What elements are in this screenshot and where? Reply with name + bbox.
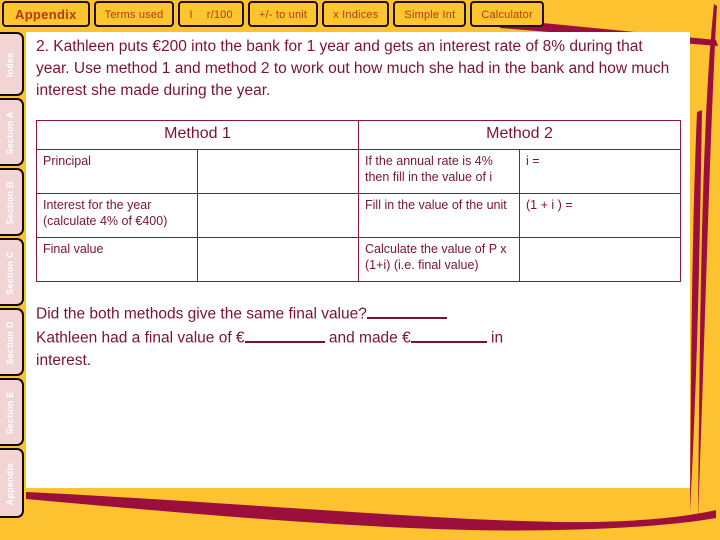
closing-line1-text: Did the both methods give the same final… <box>36 305 367 323</box>
table-row: Principal If the annual rate is 4% then … <box>36 149 681 194</box>
tab-calculator[interactable]: Calculator <box>470 1 544 27</box>
sidebar-item-label: Section A <box>5 111 15 155</box>
cell-m1-label: Interest for the year (calculate 4% of €… <box>36 193 198 238</box>
tab-r100-label: r/100 <box>206 9 233 21</box>
tab-simple-int[interactable]: Simple Int <box>393 1 467 27</box>
cell-m1-label: Final value <box>36 237 198 282</box>
sidebar-item-label: Section C <box>5 251 15 295</box>
tab-i-label: I <box>189 9 193 21</box>
header-method-2: Method 2 <box>358 120 681 150</box>
methods-table: Method 1 Method 2 Principal If the annua… <box>36 120 681 282</box>
tab-i-over-r100[interactable]: Ir/100 <box>178 1 244 27</box>
tab-terms-used[interactable]: Terms used <box>93 1 175 27</box>
cell-m1-value[interactable] <box>197 149 359 194</box>
sidebar-item-label: Appendix <box>5 462 15 506</box>
table-header-row: Method 1 Method 2 <box>36 120 681 150</box>
sidebar-item-label: Section D <box>5 321 15 365</box>
closing-line2-text-b: and made € <box>328 329 411 347</box>
sidebar-item-label: Section E <box>5 391 15 435</box>
sidebar-item-section-d[interactable]: Section D <box>0 308 24 376</box>
answer-blank-interest[interactable] <box>410 326 487 343</box>
top-tab-bar: Appendix Terms used Ir/100 +/- to unit x… <box>2 1 544 31</box>
cell-m2-label: If the annual rate is 4% then fill in th… <box>358 149 520 194</box>
sidebar-item-label: Index <box>5 52 15 78</box>
header-method-1: Method 1 <box>36 120 359 150</box>
question-text: 2. Kathleen puts €200 into the bank for … <box>36 38 670 99</box>
sidebar-item-section-a[interactable]: Section A <box>0 98 24 166</box>
cell-m1-value[interactable] <box>197 193 359 238</box>
side-tab-rail: Index Section A Section B Section C Sect… <box>0 32 26 518</box>
closing-line3-text: interest. <box>36 352 92 370</box>
sidebar-item-label: Section B <box>5 181 15 225</box>
cell-m2-value[interactable] <box>519 237 681 282</box>
tab-plus-minus-to-unit[interactable]: +/- to unit <box>247 1 319 27</box>
table-row: Final value Calculate the value of P x (… <box>36 237 681 282</box>
tab-x-indices[interactable]: x Indices <box>322 1 390 27</box>
cell-m2-label: Fill in the value of the unit <box>358 193 520 238</box>
closing-prompt: Did the both methods give the same final… <box>36 302 656 373</box>
sidebar-item-appendix[interactable]: Appendix <box>0 448 24 518</box>
tab-appendix[interactable]: Appendix <box>2 1 90 27</box>
decorative-swoosh-bottom <box>26 492 716 531</box>
sidebar-item-section-b[interactable]: Section B <box>0 168 24 236</box>
cell-m2-value[interactable]: i = <box>519 149 681 194</box>
sidebar-item-index[interactable]: Index <box>0 32 24 96</box>
cell-m1-label: Principal <box>36 149 198 194</box>
closing-line2-text-a: Kathleen had a final value of € <box>36 329 245 347</box>
cell-m2-value[interactable]: (1 + i ) = <box>519 193 681 238</box>
sidebar-item-section-c[interactable]: Section C <box>0 238 24 306</box>
slide-canvas: Appendix Terms used Ir/100 +/- to unit x… <box>0 0 720 540</box>
answer-blank-final-value[interactable] <box>244 326 325 343</box>
cell-m2-label: Calculate the value of P x (1+i) (i.e. f… <box>358 237 520 282</box>
slide-content: 2. Kathleen puts €200 into the bank for … <box>36 36 682 373</box>
cell-m1-value[interactable] <box>197 237 359 282</box>
sidebar-item-section-e[interactable]: Section E <box>0 378 24 446</box>
closing-line2-text-c: in <box>491 329 504 347</box>
table-row: Interest for the year (calculate 4% of €… <box>36 193 681 238</box>
answer-blank-same-value[interactable] <box>366 302 447 319</box>
